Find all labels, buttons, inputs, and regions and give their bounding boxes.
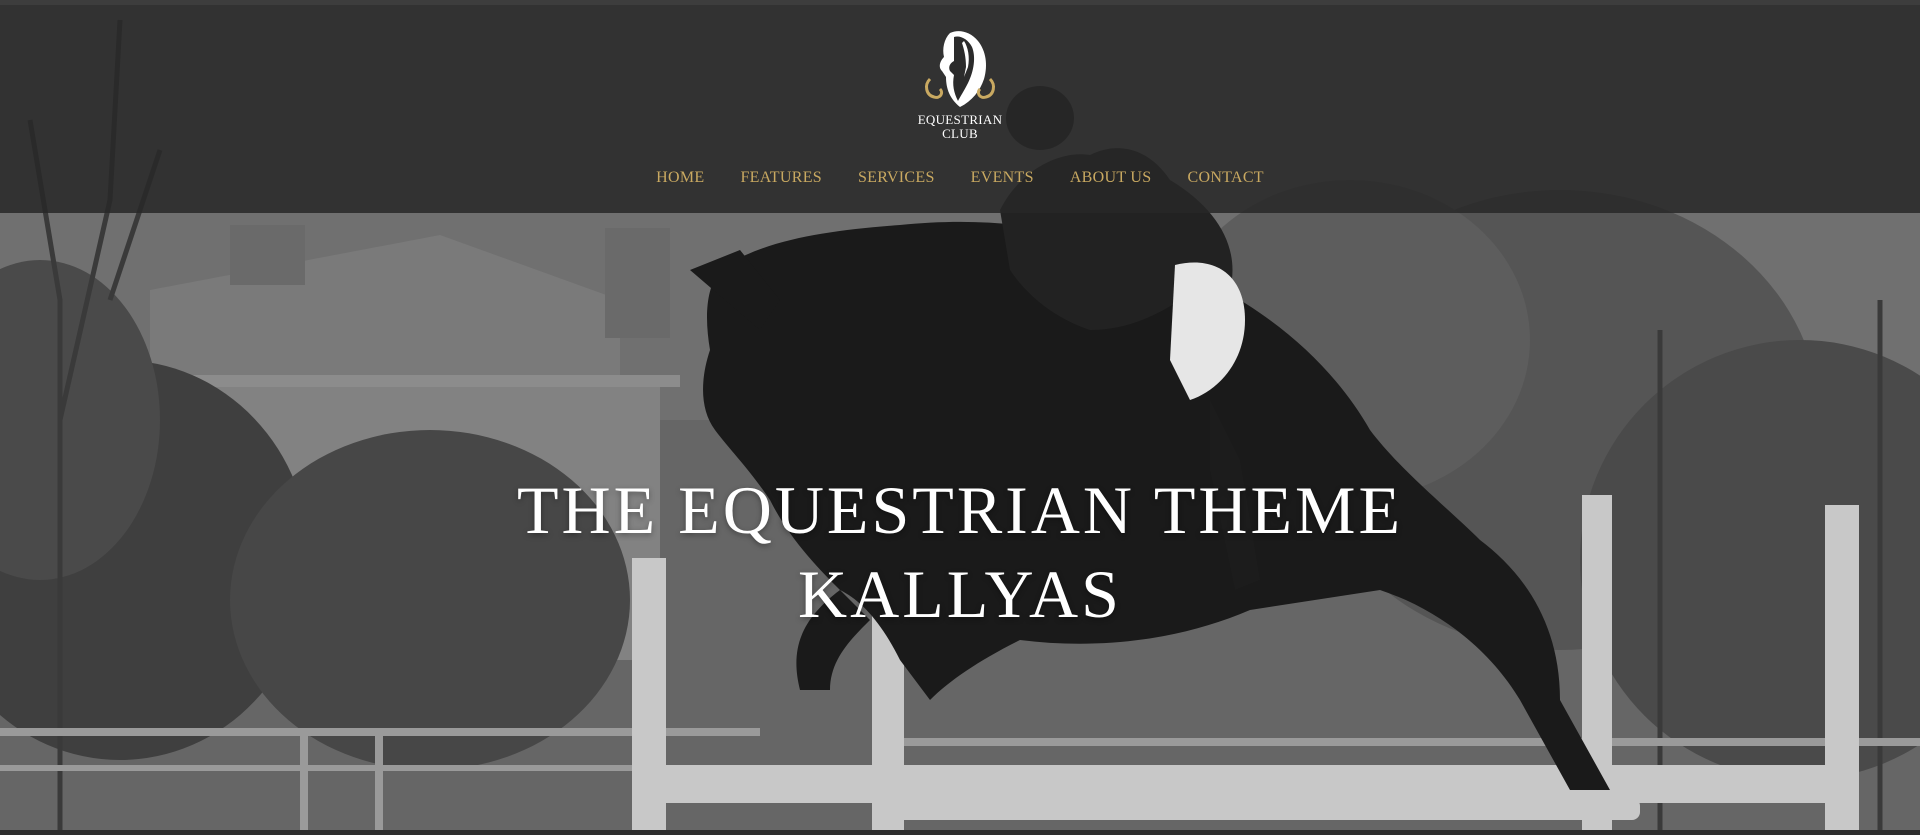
nav-item-services[interactable]: SERVICES	[840, 165, 953, 191]
brand-logo[interactable]: EQUESTRIAN CLUB	[905, 27, 1015, 147]
bottom-border	[0, 830, 1920, 835]
hero-title: THE EQUESTRIAN THEME KALLYAS	[0, 468, 1920, 636]
horse-head-crest-icon	[925, 31, 995, 107]
nav-item-contact[interactable]: CONTACT	[1170, 165, 1282, 191]
nav-item-events[interactable]: EVENTS	[953, 165, 1052, 191]
brand-name-line2: CLUB	[942, 126, 978, 141]
page: EQUESTRIAN CLUB HOME FEATURES SERVICES E…	[0, 0, 1920, 835]
top-border	[0, 0, 1920, 5]
nav-item-home[interactable]: HOME	[638, 165, 722, 191]
hero-title-line2: KALLYAS	[798, 556, 1122, 632]
nav-item-features[interactable]: FEATURES	[722, 165, 840, 191]
site-header: EQUESTRIAN CLUB HOME FEATURES SERVICES E…	[0, 5, 1920, 213]
hero-title-line1: THE EQUESTRIAN THEME	[517, 472, 1403, 548]
main-navigation: HOME FEATURES SERVICES EVENTS ABOUT US C…	[0, 165, 1920, 191]
nav-item-about-us[interactable]: ABOUT US	[1052, 165, 1170, 191]
brand-name-line1: EQUESTRIAN	[917, 112, 1003, 127]
